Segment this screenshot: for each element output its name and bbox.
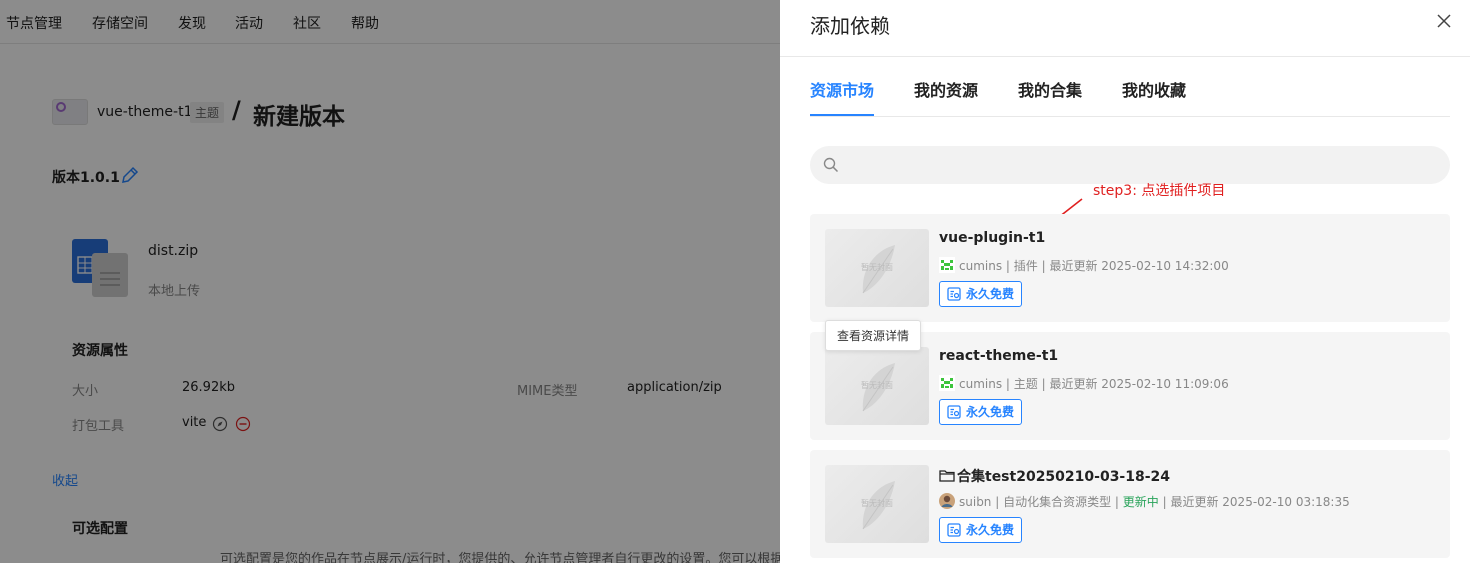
policy-icon	[947, 523, 961, 537]
add-dependency-drawer: 添加依赖 资源市场 我的资源 我的合集 我的收藏 step3: 点选插件项目 暂…	[780, 0, 1470, 563]
tab-my-collections[interactable]: 我的合集	[1018, 77, 1082, 101]
author-avatar-icon	[939, 257, 955, 273]
resource-cover[interactable]: 暂无封面	[825, 347, 929, 425]
resource-meta: cumins | 主题 | 最近更新 2025-02-10 11:09:06	[939, 375, 1229, 392]
free-badge-label: 永久免费	[966, 405, 1015, 419]
resource-cover[interactable]: 暂无封面	[825, 229, 929, 307]
drawer-header: 添加依赖	[780, 0, 1470, 57]
tab-resource-market[interactable]: 资源市场	[810, 77, 874, 101]
tab-my-favorites[interactable]: 我的收藏	[1122, 77, 1186, 101]
drawer-title: 添加依赖	[810, 14, 890, 38]
active-tab-indicator	[810, 114, 874, 116]
status-badge: 更新中	[1122, 495, 1159, 509]
author-name[interactable]: suibn	[959, 495, 991, 509]
resource-info-pre: | 自动化集合资源类型 |	[991, 495, 1123, 509]
free-badge: 永久免费	[939, 399, 1023, 425]
author-name[interactable]: cumins	[959, 259, 1002, 273]
resource-info-post: | 最近更新 2025-02-10 03:18:35	[1158, 495, 1350, 509]
resource-name[interactable]: vue-plugin-t1	[939, 230, 1045, 246]
search-input[interactable]	[850, 150, 1440, 180]
resource-card-vue-plugin-t1[interactable]: 暂无封面 vue-plugin-t1 cumins | 插件 | 最近更新 20…	[810, 214, 1450, 322]
resource-info: | 插件 | 最近更新 2025-02-10 14:32:00	[1002, 259, 1229, 273]
policy-icon	[947, 405, 961, 419]
resource-meta: cumins | 插件 | 最近更新 2025-02-10 14:32:00	[939, 257, 1229, 274]
free-badge: 永久免费	[939, 517, 1023, 543]
author-avatar-icon	[939, 375, 955, 391]
resource-name[interactable]: 合集test20250210-03-18-24	[939, 466, 1170, 486]
search-box	[810, 146, 1450, 184]
resource-cover[interactable]: 暂无封面	[825, 465, 929, 543]
search-icon	[823, 157, 839, 173]
modal-overlay[interactable]	[0, 0, 780, 563]
folder-icon	[939, 470, 955, 482]
collection-name: 合集test20250210-03-18-24	[957, 469, 1171, 485]
cover-placeholder-text: 暂无封面	[861, 499, 893, 508]
step-annotation: step3: 点选插件项目	[1093, 183, 1226, 199]
cover-placeholder-text: 暂无封面	[861, 381, 893, 390]
tab-my-resources[interactable]: 我的资源	[914, 77, 978, 101]
cover-placeholder-text: 暂无封面	[861, 263, 893, 272]
policy-icon	[947, 287, 961, 301]
resource-meta: suibn | 自动化集合资源类型 | 更新中 | 最近更新 2025-02-1…	[939, 493, 1350, 510]
free-badge: 永久免费	[939, 281, 1023, 307]
drawer-tabs: 资源市场 我的资源 我的合集 我的收藏	[810, 72, 1450, 117]
resource-info: | 主题 | 最近更新 2025-02-10 11:09:06	[1002, 377, 1229, 391]
author-name[interactable]: cumins	[959, 377, 1002, 391]
author-avatar-icon	[939, 493, 955, 509]
free-badge-label: 永久免费	[966, 287, 1015, 301]
free-badge-label: 永久免费	[966, 523, 1015, 537]
resource-detail-tooltip: 查看资源详情	[825, 320, 922, 351]
close-icon[interactable]	[1436, 13, 1452, 29]
resource-card-collection[interactable]: 暂无封面 合集test20250210-03-18-24 suibn | 自动化…	[810, 450, 1450, 558]
resource-name[interactable]: react-theme-t1	[939, 348, 1058, 364]
